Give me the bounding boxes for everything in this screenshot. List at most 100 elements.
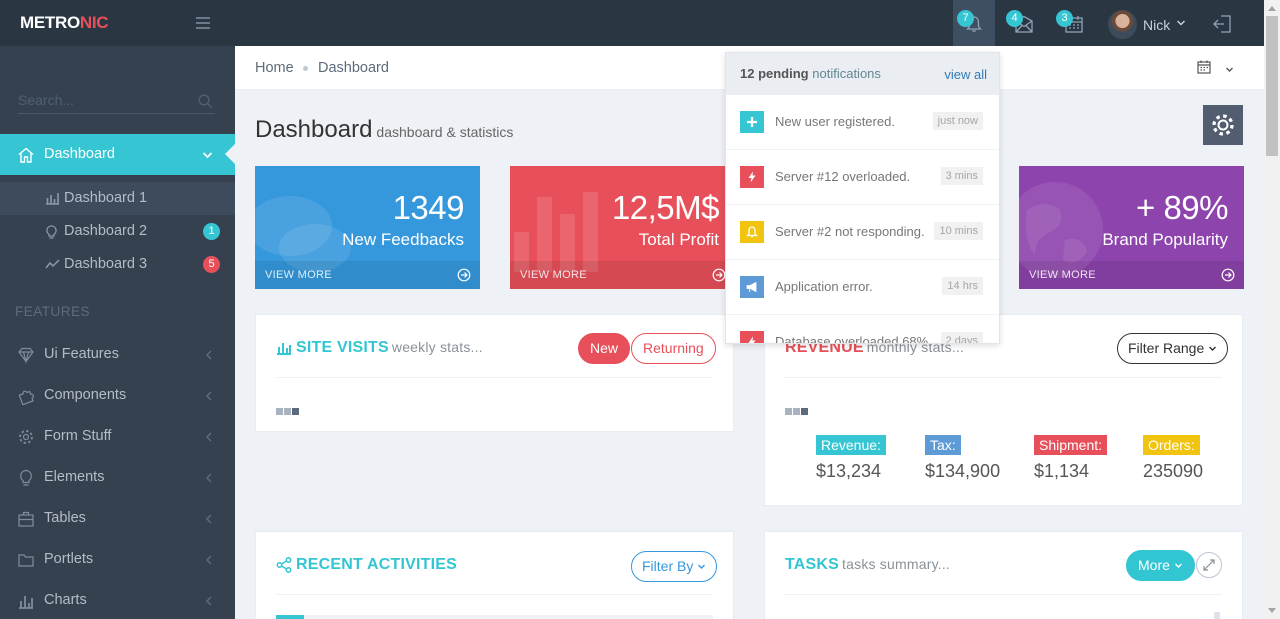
recent-activities-portlet: RECENT ACTIVITIES Filter By <box>255 531 734 619</box>
notifications-dropdown: 12 pending notifications view all New us… <box>725 52 1000 344</box>
loading-indicator <box>276 402 300 420</box>
chevron-left-icon <box>205 432 212 442</box>
chevron-down-icon <box>698 564 706 569</box>
sidebar-heading: FEATURES <box>15 304 91 319</box>
sidebar-item-ui-features[interactable]: Ui Features <box>0 334 235 375</box>
stat-label: Brand Popularity <box>1102 230 1228 249</box>
sidebar-search-input[interactable]: Search... <box>18 88 215 114</box>
filter-range-button[interactable]: Filter Range <box>1117 333 1229 364</box>
sidebar-item-charts[interactable]: Charts <box>0 580 235 619</box>
chevron-down-icon <box>1209 346 1217 351</box>
chevron-down-icon <box>1176 20 1186 26</box>
activity-tab-indicator <box>276 615 304 619</box>
scrollbar-thumb[interactable] <box>1266 16 1278 156</box>
line-chart-icon <box>45 259 60 269</box>
bolt-icon <box>748 171 756 183</box>
sidebar-item-dashboard[interactable]: Dashboard <box>0 134 236 175</box>
orders-stat: Orders: 235090 <box>1143 435 1204 481</box>
bar-chart-icon <box>277 343 291 355</box>
share-icon <box>276 557 292 573</box>
pending-count: 12 pending notifications <box>740 66 881 81</box>
bar-chart-icon <box>514 192 598 272</box>
breadcrumb-home-link[interactable]: Home <box>255 60 294 76</box>
filter-by-button[interactable]: Filter By <box>631 551 718 582</box>
stat-label: Total Profit <box>638 230 719 249</box>
bulb-icon <box>20 469 32 486</box>
folder-icon <box>18 554 34 567</box>
sidebar-subitem-dashboard-1[interactable]: Dashboard 1 <box>0 182 235 215</box>
chevron-left-icon <box>205 391 212 401</box>
page-title: Dashboard dashboard & statistics <box>255 116 514 143</box>
view-more-link[interactable]: VIEW MORE <box>255 261 480 289</box>
inbox-dropdown-toggle[interactable]: 4 <box>1002 0 1044 46</box>
notification-item[interactable]: New user registered. just now <box>726 95 999 150</box>
bullhorn-icon <box>746 281 757 293</box>
notification-item[interactable]: Server #12 overloaded. 3 mins <box>726 150 999 205</box>
search-icon[interactable] <box>198 94 213 109</box>
theme-settings-button[interactable] <box>1203 105 1243 145</box>
dashboard-submenu: Dashboard 1 Dashboard 2 1 Dashboard 3 5 <box>0 182 235 282</box>
calendar-icon <box>1197 60 1211 74</box>
more-button[interactable]: More <box>1126 550 1195 581</box>
sidebar: Search... Dashboard Dashboard 1 Dashboar… <box>0 46 236 619</box>
bell-icon <box>746 226 758 238</box>
arrow-circle-right-icon <box>457 268 471 282</box>
view-all-link[interactable]: view all <box>944 67 987 82</box>
expand-icon <box>1203 559 1215 571</box>
notifications-dropdown-toggle[interactable]: 7 <box>953 0 995 46</box>
notification-item[interactable]: Server #2 not responding. 10 mins <box>726 205 999 260</box>
page-scrollbar[interactable] <box>1264 0 1280 619</box>
tasks-portlet: TASKS tasks summary... More <box>764 531 1243 619</box>
bolt-icon <box>748 336 756 343</box>
menu-toggle-icon[interactable] <box>196 17 210 29</box>
breadcrumb-current: Dashboard <box>318 60 389 76</box>
fullscreen-button[interactable] <box>1196 552 1222 578</box>
shipment-stat: Shipment: $1,134 <box>1034 435 1108 482</box>
sidebar-item-components[interactable]: Components <box>0 375 235 416</box>
chevron-left-icon <box>205 555 212 565</box>
notifications-header: 12 pending notifications view all <box>726 53 999 95</box>
tasks-dropdown-toggle[interactable]: 3 <box>1052 0 1094 46</box>
sidebar-subitem-dashboard-3[interactable]: Dashboard 3 5 <box>0 248 235 281</box>
stat-tile-profit: 12,5M$ Total Profit VIEW MORE <box>510 166 735 289</box>
briefcase-icon <box>18 511 34 527</box>
loading-indicator <box>785 402 809 420</box>
bar-chart-icon <box>46 193 59 205</box>
scroll-up-icon[interactable] <box>1268 5 1276 11</box>
sidebar-item-portlets[interactable]: Portlets <box>0 539 235 580</box>
page-subtitle: dashboard & statistics <box>376 124 514 140</box>
arrow-circle-right-icon <box>1221 268 1235 282</box>
view-more-link[interactable]: VIEW MORE <box>1019 261 1244 289</box>
notification-item[interactable]: Application error. 14 hrs <box>726 260 999 315</box>
sidebar-item-form-stuff[interactable]: Form Stuff <box>0 416 235 457</box>
notification-item[interactable]: Database overloaded 68%. 2 days <box>726 315 999 343</box>
stat-value: + 89% <box>1136 189 1229 226</box>
sidebar-subitem-dashboard-2[interactable]: Dashboard 2 1 <box>0 215 235 248</box>
sidebar-item-tables[interactable]: Tables <box>0 498 235 539</box>
stat-value: 1349 <box>392 189 465 226</box>
notifications-badge: 7 <box>957 10 974 27</box>
view-more-link[interactable]: VIEW MORE <box>510 261 735 289</box>
returning-visits-button[interactable]: Returning <box>631 333 716 364</box>
arrow-circle-right-icon <box>712 268 726 282</box>
scroll-down-icon[interactable] <box>1268 608 1276 614</box>
sidebar-item-elements[interactable]: Elements <box>0 457 235 498</box>
bulb-icon <box>46 225 57 239</box>
revenue-stat: Revenue: $13,234 <box>816 435 886 482</box>
portlet-title: SITE VISITS weekly stats... <box>296 339 483 356</box>
tax-stat: Tax: $134,900 <box>925 435 1001 481</box>
new-visits-button[interactable]: New <box>578 333 631 364</box>
chevron-down-icon <box>1226 67 1234 72</box>
breadcrumb-separator <box>303 66 308 71</box>
logout-icon[interactable] <box>1212 14 1232 34</box>
stat-tile-popularity: + 89% Brand Popularity VIEW MORE <box>1019 166 1244 289</box>
date-range-button[interactable] <box>1197 60 1234 79</box>
tasks-badge: 3 <box>1056 10 1073 27</box>
chevron-left-icon <box>205 596 212 606</box>
portlet-title: RECENT ACTIVITIES <box>296 556 458 573</box>
chevron-left-icon <box>205 514 212 524</box>
chevron-left-icon <box>205 350 212 360</box>
top-header: METRONIC 7 4 3 Nick <box>0 0 1264 46</box>
gear-icon <box>19 430 33 444</box>
logo[interactable]: METRONIC <box>20 13 109 33</box>
